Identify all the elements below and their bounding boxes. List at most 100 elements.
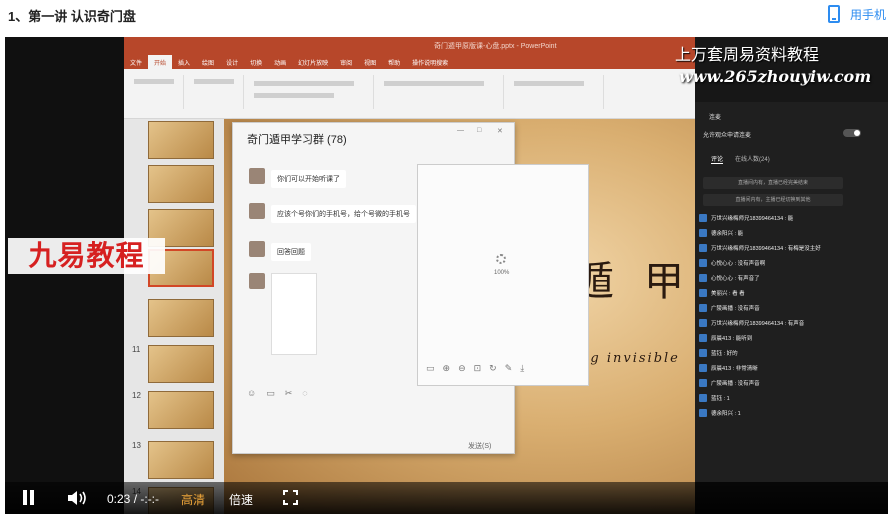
avatar <box>699 334 707 342</box>
chat-message: 你们可以开始听课了 <box>249 168 346 188</box>
chat-message-text: 你们可以开始听课了 <box>271 170 346 188</box>
allow-connect-label: 允许观众申请连麦 <box>703 133 752 139</box>
watch-on-mobile-link[interactable]: 用手机 <box>827 5 886 23</box>
avatar <box>699 304 707 312</box>
avatar <box>249 203 265 219</box>
ppt-ribbon-tabs: 文件 开始 插入 绘图 设计 切换 动画 幻灯片放映 审阅 视图 帮助 操作说明… <box>124 55 695 69</box>
slide-thumbnail <box>148 121 214 159</box>
tab-comments: 评论 <box>711 154 724 164</box>
slide-subtitle: ng invisible <box>580 351 680 366</box>
comment-item: 广陵画播 : 没有声音 <box>699 304 760 312</box>
viewer-toolbar: ▭ ⊕ ⊖ ⊡ ↻ ✎ ⤓ <box>426 363 524 374</box>
comment-text: 德余阳兴 : 能 <box>711 231 744 237</box>
pause-icon[interactable] <box>22 490 35 505</box>
fullscreen-icon[interactable] <box>283 490 298 505</box>
chat-image-thumbnail <box>271 273 317 355</box>
avatar <box>699 244 707 252</box>
watermark-url: www.265zhouyiw.com <box>679 67 872 86</box>
slide-number: 11 <box>132 345 141 354</box>
avatar <box>699 394 707 402</box>
ppt-tab: 操作说明搜索 <box>412 61 449 67</box>
comment-text: 蓝钰 : 1 <box>711 396 730 402</box>
comment-text: 心悦心心 : 没有声音啊 <box>711 261 766 267</box>
comment-text: 德余阳兴 : 1 <box>711 411 741 417</box>
avatar <box>699 229 707 237</box>
chat-header: 奇门遁甲学习群 (78) — □ ✕ <box>233 123 514 153</box>
send-button: 发送(S) <box>468 443 492 450</box>
comment-text: 万世兴缘梅师兄18399464134 : 能 <box>711 216 794 222</box>
maximize-icon: □ <box>477 127 482 134</box>
ppt-tab: 动画 <box>274 61 287 67</box>
zoom-in-icon: ⊕ <box>442 363 451 373</box>
header-bar: 1、第一讲 认识奇门盘 用手机 <box>0 0 888 30</box>
ppt-window-title: 奇门遁甲原版课-心盘.pptx - PowerPoint <box>434 43 557 50</box>
minimize-icon: — <box>457 127 464 134</box>
comment-text: 美丽兴 : 看 看 <box>711 291 745 297</box>
comment-text: 心悦心心 : 有声音了 <box>711 276 760 282</box>
avatar <box>699 379 707 387</box>
ppt-tab: 审阅 <box>340 61 353 67</box>
comment-text: 广陵画播 : 没有声音 <box>711 381 760 387</box>
viewer-zoom-percent: 100% <box>494 270 510 276</box>
emoji-icon: ☺ <box>247 388 257 398</box>
ppt-tab: 视图 <box>364 61 377 67</box>
comment-item: 心悦心心 : 有声音了 <box>699 274 760 282</box>
mobile-link-label: 用手机 <box>849 7 886 22</box>
ppt-tab: 插入 <box>178 61 191 67</box>
avatar <box>699 364 707 372</box>
avatar <box>249 273 265 289</box>
edit-icon: ✎ <box>504 363 513 373</box>
chat-message-text: 回答回题 <box>271 243 311 261</box>
lesson-title: 1、第一讲 认识奇门盘 <box>8 9 136 24</box>
panel-tabs: 评论 在线人数(24) <box>711 154 770 164</box>
ppt-tab: 设计 <box>226 61 239 67</box>
close-icon: ✕ <box>497 128 503 135</box>
comment-text: 蓝钰 : 好的 <box>711 351 738 357</box>
scissors-icon: ✂ <box>284 388 293 398</box>
stream-side-panel: 连麦 允许观众申请连麦 评论 在线人数(24) 直播间内有，直播已经完美结束 直… <box>695 37 888 482</box>
slide-thumbnail <box>148 165 214 203</box>
avatar <box>699 319 707 327</box>
slide-number: 13 <box>132 441 141 450</box>
avatar <box>699 274 707 282</box>
chat-bubble-icon: ◌ <box>302 388 308 398</box>
comment-item: 万世兴缘梅师兄18399464134 : 有声音 <box>699 319 804 327</box>
chat-image-message <box>249 273 317 355</box>
slide-thumbnail <box>148 299 214 337</box>
quality-button[interactable]: 高清 <box>181 491 205 508</box>
slide-heading-char: 甲 <box>644 259 684 305</box>
speed-button[interactable]: 倍速 <box>229 491 253 508</box>
playback-time: 0:23 / -:-:- <box>107 492 160 506</box>
avatar <box>249 241 265 257</box>
avatar <box>249 168 265 184</box>
ppt-tab: 切换 <box>250 61 263 67</box>
slide-thumbnail <box>148 441 214 479</box>
zoom-out-icon: ⊖ <box>458 363 466 373</box>
ppt-ribbon <box>124 69 695 119</box>
comment-text: 广陵画播 : 没有声音 <box>711 306 760 312</box>
chat-message: 应该个号你们的手机号，给个号微的手机号 <box>249 203 416 223</box>
watermark-title: 上万套周易资料教程 <box>675 45 820 64</box>
connect-label: 连麦 <box>709 115 722 121</box>
fit-icon: ⊡ <box>473 363 482 373</box>
comment-item: 蓝钰 : 1 <box>699 394 730 402</box>
slide-thumbnail-pane: 11 12 13 14 <box>124 119 224 514</box>
avatar <box>699 349 707 357</box>
chat-message: 回答回题 <box>249 241 311 261</box>
slide-thumbnail <box>148 345 214 383</box>
slide-thumbnail <box>148 391 214 429</box>
ppt-tab: 文件 <box>130 61 143 67</box>
loading-spinner-icon <box>496 254 506 264</box>
video-player[interactable]: 奇门遁甲原版课-心盘.pptx - PowerPoint 文件 开始 插入 绘图… <box>5 37 888 514</box>
volume-icon[interactable] <box>67 489 89 507</box>
player-control-bar: 0:23 / -:-:- 高清 倍速 <box>5 482 888 514</box>
comment-item: 德余阳兴 : 能 <box>699 229 743 237</box>
ppt-tab-active: 开始 <box>148 55 173 69</box>
folder-icon: ▭ <box>266 388 275 398</box>
ppt-titlebar: 奇门遁甲原版课-心盘.pptx - PowerPoint <box>124 37 695 55</box>
comment-text: 辰晨413 : 能听到 <box>711 336 753 342</box>
ppt-tab: 幻灯片放映 <box>298 61 329 67</box>
system-notice: 直播间内有，主播已经切换到其他 <box>703 194 843 206</box>
comment-item: 辰晨413 : 能听到 <box>699 334 752 342</box>
comment-text: 万世兴缘梅师兄18399464134 : 有梅是没主好 <box>711 246 821 252</box>
